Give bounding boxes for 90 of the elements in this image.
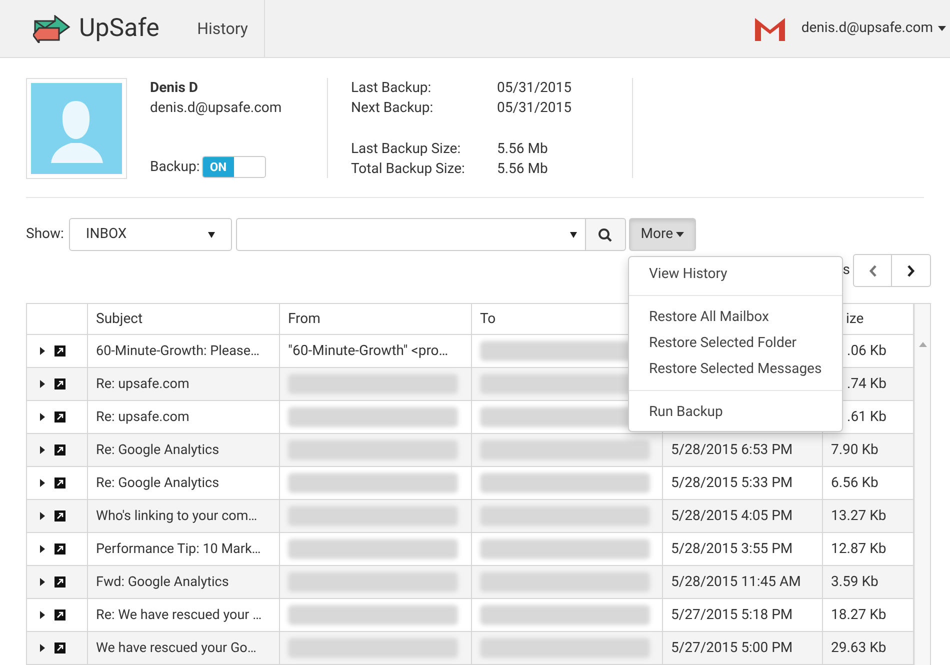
subject-cell-text: Re: upsafe.com <box>96 408 190 427</box>
column-header[interactable]: To <box>480 308 496 330</box>
user-name: Denis D <box>150 79 199 98</box>
date-cell-text: 5/28/2015 4:05 PM <box>671 506 793 526</box>
account-menu[interactable]: denis.d@upsafe.com <box>801 18 946 39</box>
mail-m-icon <box>753 16 788 42</box>
expand-arrow-icon[interactable] <box>40 479 45 487</box>
open-external-icon[interactable] <box>54 609 66 621</box>
subject-cell-text: 60-Minute-Growth: Please… <box>96 342 260 361</box>
more-button[interactable]: More <box>628 218 696 251</box>
menu-item[interactable]: Restore Selected Messages <box>629 356 842 382</box>
expand-arrow-icon[interactable] <box>40 644 45 652</box>
menu-item[interactable]: Restore Selected Folder <box>629 330 842 356</box>
subject-cell-text: Re: We have rescued your … <box>96 606 262 625</box>
stat-label: Total Backup Size: <box>351 160 466 179</box>
date-cell-text: 5/28/2015 11:45 AM <box>671 572 801 592</box>
caret-icon <box>938 26 946 31</box>
nav-link[interactable]: History <box>197 16 248 40</box>
date-cell-text: 5/27/2015 5:18 PM <box>671 606 793 624</box>
date-cell-text: 5/28/2015 5:33 PM <box>671 474 793 492</box>
expand-arrow-icon[interactable] <box>40 611 45 619</box>
size-cell-text: .06 Kb <box>847 342 887 360</box>
scrollbar[interactable] <box>914 304 930 665</box>
subject-cell-text: Re: upsafe.com <box>96 374 190 394</box>
open-external-icon[interactable] <box>54 576 66 588</box>
subject-cell-text: Re: Google Analytics <box>96 474 220 493</box>
expand-arrow-icon[interactable] <box>40 347 45 355</box>
chevron-right-icon <box>907 264 915 276</box>
size-cell-text: 18.27 Kb <box>831 606 886 624</box>
backup-label: Backup: <box>150 158 200 176</box>
caret-icon <box>570 232 577 238</box>
expand-arrow-icon[interactable] <box>40 512 45 520</box>
size-cell-text: .74 Kb <box>847 374 887 394</box>
brand-name: UpSafe <box>79 12 160 45</box>
scroll-up-icon <box>918 342 926 347</box>
size-cell-text: 6.56 Kb <box>831 474 878 492</box>
stat-label: Next Backup: <box>351 99 434 118</box>
search-combo-field[interactable] <box>236 218 586 251</box>
expand-arrow-icon[interactable] <box>40 380 45 388</box>
open-external-icon[interactable] <box>54 345 66 357</box>
column-header[interactable]: From <box>288 308 320 330</box>
caret-icon <box>208 232 215 238</box>
pager-label: s <box>842 261 850 280</box>
stat-value: 05/31/2015 <box>497 99 572 118</box>
user-email: denis.d@upsafe.com <box>150 99 283 118</box>
caret-icon <box>676 232 684 237</box>
open-external-icon[interactable] <box>54 642 66 654</box>
stat-label: Last Backup Size: <box>351 140 462 159</box>
menu-item[interactable]: View History <box>629 261 842 287</box>
expand-arrow-icon[interactable] <box>40 413 45 421</box>
expand-arrow-icon[interactable] <box>40 446 45 454</box>
open-external-icon[interactable] <box>54 378 66 390</box>
open-external-icon[interactable] <box>54 477 66 489</box>
chevron-left-icon <box>868 264 876 276</box>
expand-arrow-icon[interactable] <box>40 578 45 586</box>
date-cell-text: 5/28/2015 6:53 PM <box>671 440 793 460</box>
stat-value: 5.56 Mb <box>497 140 549 159</box>
expand-arrow-icon[interactable] <box>40 545 45 553</box>
previous-page-button[interactable] <box>853 254 892 287</box>
size-cell-text: 3.59 Kb <box>831 572 878 592</box>
subject-cell-text: We have rescued your Go… <box>96 638 256 658</box>
date-cell-text: 5/28/2015 3:55 PM <box>671 540 793 558</box>
stat-value: 5.56 Mb <box>497 160 549 179</box>
menu-item[interactable]: Restore All Mailbox <box>629 304 842 330</box>
table-cell-text: "60-Minute-Growth" <pro… <box>288 342 448 360</box>
size-cell-text: 13.27 Kb <box>831 506 886 526</box>
column-header[interactable]: Subject <box>96 308 143 330</box>
size-cell-text: 7.90 Kb <box>831 440 878 460</box>
next-page-button[interactable] <box>892 254 931 287</box>
envelope-arrows-icon <box>33 14 71 42</box>
subject-cell-text: Performance Tip: 10 Mark… <box>96 540 261 559</box>
open-external-icon[interactable] <box>54 543 66 555</box>
subject-cell-text: Fwd: Google Analytics <box>96 572 229 592</box>
search-button[interactable] <box>586 218 626 251</box>
size-cell-text: .61 Kb <box>847 408 887 426</box>
stat-value: 05/31/2015 <box>497 79 572 98</box>
open-external-icon[interactable] <box>54 510 66 522</box>
menu-item[interactable]: Run Backup <box>629 399 842 425</box>
size-cell-text: 29.63 Kb <box>831 638 886 658</box>
stat-label: Last Backup: <box>351 79 432 98</box>
open-external-icon[interactable] <box>54 444 66 456</box>
open-external-icon[interactable] <box>54 411 66 423</box>
search-icon <box>598 228 612 242</box>
show-label: Show: <box>26 225 64 244</box>
subject-cell-text: Who's linking to your com… <box>96 506 258 526</box>
size-cell-text: 12.87 Kb <box>831 540 886 558</box>
subject-cell-text: Re: Google Analytics <box>96 440 220 460</box>
date-cell-text: 5/27/2015 5:00 PM <box>671 638 793 658</box>
folder-dropdown[interactable]: INBOX <box>68 218 232 251</box>
column-header[interactable]: ize <box>846 308 864 330</box>
